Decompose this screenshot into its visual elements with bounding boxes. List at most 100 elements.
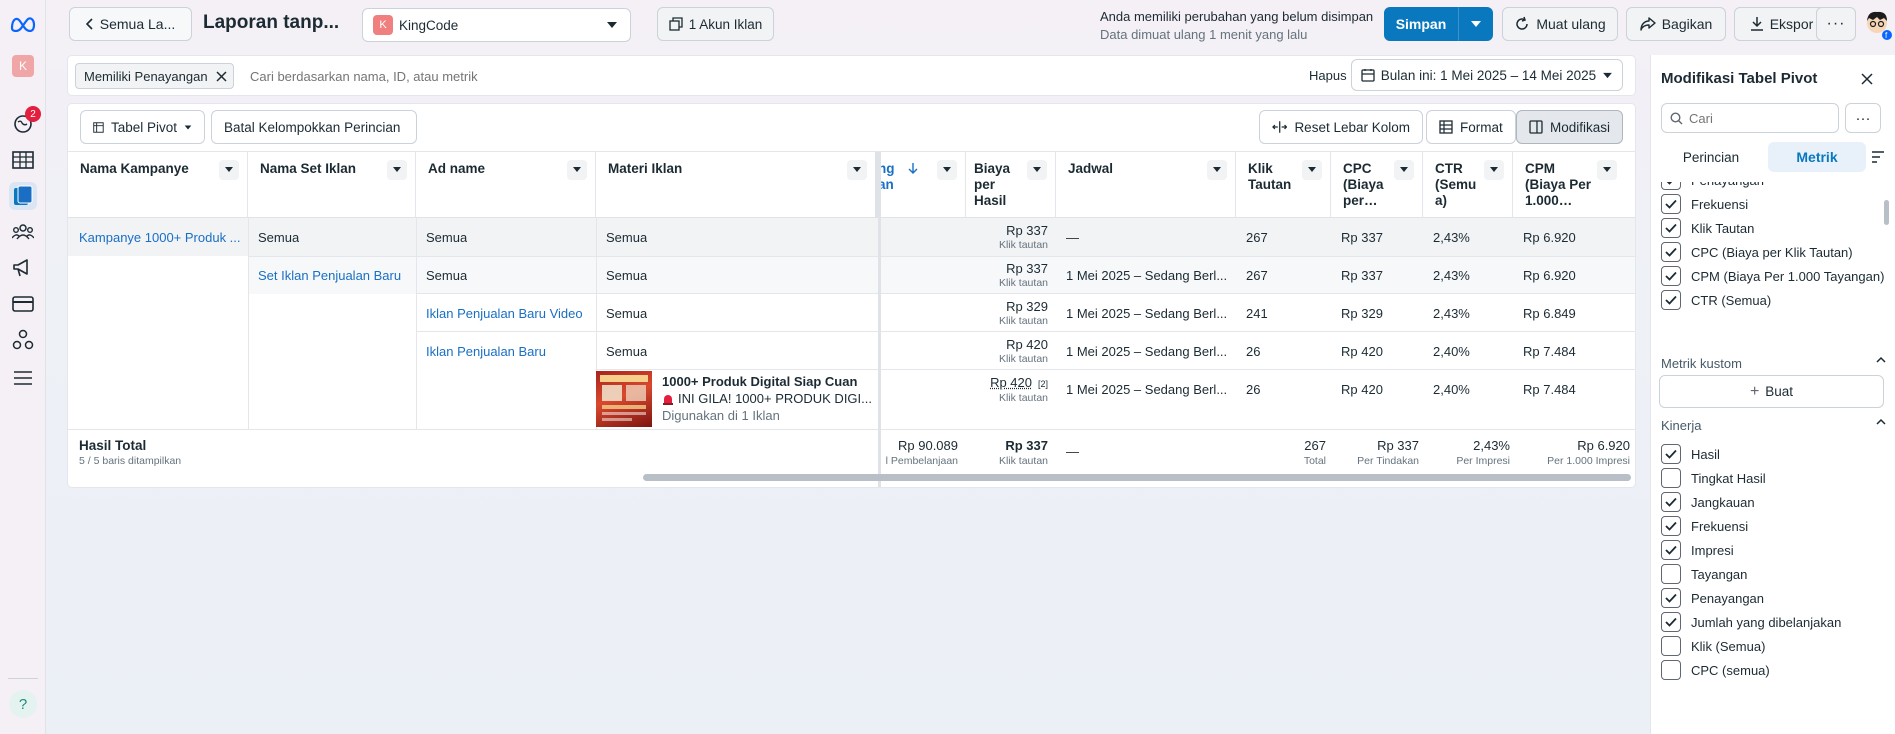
col-header-ad[interactable]: Ad name — [416, 152, 596, 218]
more-options-button[interactable]: ··· — [1816, 7, 1856, 41]
column-menu-icon[interactable] — [387, 160, 407, 180]
checkbox-checked-icon[interactable] — [1661, 194, 1681, 214]
col-header-schedule[interactable]: Jadwal — [1056, 152, 1236, 218]
metric-checkbox-row[interactable]: Tingkat Hasil — [1661, 468, 1766, 488]
back-to-all-reports-button[interactable]: Semua La... — [69, 7, 192, 41]
help-icon[interactable]: ? — [9, 690, 37, 718]
create-custom-metric-button[interactable]: + Buat — [1659, 375, 1884, 408]
metric-checkbox-row[interactable]: CPM (Biaya Per 1.000 Tayangan) — [1661, 266, 1884, 286]
col-header-ctr[interactable]: CTR (Semu a) — [1423, 152, 1513, 218]
date-range-picker[interactable]: Bulan ini: 1 Mei 2025 – 14 Mei 2025 — [1351, 59, 1623, 91]
tab-metrics[interactable]: Metrik — [1768, 142, 1866, 172]
column-menu-icon[interactable] — [1484, 160, 1504, 180]
format-button[interactable]: Format — [1426, 110, 1516, 144]
ad-name-link[interactable]: Iklan Penjualan Baru Video — [426, 306, 594, 321]
checkbox-checked-icon[interactable] — [1661, 444, 1681, 464]
meta-logo-icon[interactable] — [9, 10, 37, 38]
col-header-cpc[interactable]: CPC (Biaya per… — [1331, 152, 1423, 218]
horizontal-scrollbar[interactable] — [643, 474, 1631, 481]
filter-chip-delivery[interactable]: Memiliki Penayangan — [75, 63, 234, 89]
metric-checkbox-row[interactable]: Klik (Semua) — [1661, 636, 1765, 656]
pivot-table-button[interactable]: Tabel Pivot — [80, 110, 205, 144]
column-menu-icon[interactable] — [937, 160, 957, 180]
reload-button[interactable]: Muat ulang — [1502, 7, 1618, 41]
checkbox-checked-icon[interactable] — [1661, 218, 1681, 238]
panel-search-field[interactable] — [1661, 103, 1839, 133]
col-header-amount-spent[interactable]: ng an — [878, 152, 966, 218]
clear-filters-link[interactable]: Hapus — [1309, 68, 1347, 83]
col-header-cost-per-result[interactable]: Biaya per Hasil — [966, 152, 1056, 218]
checkbox-checked-icon[interactable] — [1661, 516, 1681, 536]
creative-title[interactable]: 1000+ Produk Digital Siap Cuan — [662, 374, 874, 389]
nav-business-tools[interactable] — [9, 326, 37, 354]
close-panel-icon[interactable] — [1861, 73, 1873, 85]
metric-checkbox-row[interactable]: Impresi — [1661, 540, 1734, 560]
reset-column-width-button[interactable]: Reset Lebar Kolom — [1259, 110, 1423, 144]
metric-checkbox-row[interactable]: Frekuensi — [1661, 516, 1748, 536]
metric-checkbox-row[interactable]: Jangkauan — [1661, 492, 1755, 512]
column-menu-icon[interactable] — [567, 160, 587, 180]
metric-checkbox-row[interactable]: Frekuensi — [1661, 194, 1748, 214]
sort-list-icon[interactable] — [1871, 151, 1885, 163]
account-avatar[interactable]: K — [9, 52, 37, 80]
checkbox-checked-icon[interactable] — [1661, 588, 1681, 608]
checkbox-checked-icon[interactable] — [1661, 540, 1681, 560]
column-menu-icon[interactable] — [1027, 160, 1047, 180]
metric-checkbox-row[interactable]: Penayangan — [1661, 588, 1764, 608]
metric-checkbox-row[interactable]: CTR (Semua) — [1661, 290, 1771, 310]
nav-notifications[interactable]: 2 — [9, 106, 41, 138]
nav-campaigns[interactable] — [9, 254, 37, 282]
checkbox-unchecked-icon[interactable] — [1661, 564, 1681, 584]
custom-metrics-header[interactable]: Metrik kustom — [1661, 356, 1886, 371]
modify-button[interactable]: Modifikasi — [1516, 110, 1623, 144]
campaign-name-link[interactable]: Kampanye 1000+ Produk ... — [79, 230, 244, 245]
report-title[interactable]: Laporan tanp... — [203, 12, 339, 34]
metric-checkbox-row[interactable]: Penayangan — [1661, 182, 1764, 190]
close-icon[interactable] — [216, 70, 227, 82]
checkbox-checked-icon[interactable] — [1661, 182, 1681, 190]
metric-checkbox-row[interactable]: Jumlah yang dibelanjakan — [1661, 612, 1841, 632]
save-options-button[interactable] — [1458, 7, 1493, 41]
column-menu-icon[interactable] — [847, 160, 867, 180]
share-button[interactable]: Bagikan — [1626, 7, 1726, 41]
metric-checkbox-row[interactable]: CPC (semua) — [1661, 660, 1770, 680]
nav-audiences[interactable] — [9, 218, 37, 246]
ad-account-selector[interactable]: K KingCode — [362, 8, 631, 42]
user-avatar[interactable]: f — [1862, 9, 1892, 41]
checkbox-unchecked-icon[interactable] — [1661, 660, 1681, 680]
checkbox-unchecked-icon[interactable] — [1661, 636, 1681, 656]
metric-search-input[interactable] — [250, 63, 1050, 89]
nav-ads-manager[interactable] — [9, 146, 37, 174]
metric-checkbox-row[interactable]: Hasil — [1661, 444, 1720, 464]
checkbox-unchecked-icon[interactable] — [1661, 468, 1681, 488]
column-menu-icon[interactable] — [1302, 160, 1322, 180]
table-row[interactable] — [68, 218, 1635, 256]
column-menu-icon[interactable] — [1207, 160, 1227, 180]
adset-name-link[interactable]: Set Iklan Penjualan Baru — [258, 268, 401, 283]
col-header-campaign[interactable]: Nama Kampanye — [68, 152, 248, 218]
col-header-creative[interactable]: Materi Iklan — [596, 152, 878, 218]
ungroup-breakdown-button[interactable]: Batal Kelompokkan Perincian — [211, 110, 417, 144]
ad-name-link[interactable]: Iklan Penjualan Baru — [426, 344, 594, 359]
column-menu-icon[interactable] — [219, 160, 239, 180]
panel-more-button[interactable]: ··· — [1845, 103, 1881, 133]
column-menu-icon[interactable] — [1394, 160, 1414, 180]
col-header-adset[interactable]: Nama Set Iklan — [248, 152, 416, 218]
export-button[interactable]: Ekspor — [1734, 7, 1829, 41]
metric-checkbox-row[interactable]: Tayangan — [1661, 564, 1747, 584]
checkbox-checked-icon[interactable] — [1661, 290, 1681, 310]
sort-descending-icon[interactable] — [908, 162, 918, 174]
checkbox-checked-icon[interactable] — [1661, 266, 1681, 286]
nav-all-tools[interactable] — [9, 364, 37, 392]
metric-checkbox-row[interactable]: CPC (Biaya per Klik Tautan) — [1661, 242, 1853, 262]
checkbox-checked-icon[interactable] — [1661, 242, 1681, 262]
nav-billing[interactable] — [9, 290, 37, 318]
checkbox-checked-icon[interactable] — [1661, 612, 1681, 632]
col-header-cpm[interactable]: CPM (Biaya Per 1.000… — [1513, 152, 1635, 218]
checkbox-checked-icon[interactable] — [1661, 492, 1681, 512]
nav-reports-active[interactable] — [9, 182, 37, 210]
save-button[interactable]: Simpan — [1384, 7, 1458, 41]
ad-accounts-button[interactable]: 1 Akun Iklan — [657, 7, 774, 41]
performance-section-header[interactable]: Kinerja — [1661, 418, 1886, 433]
col-header-link-clicks[interactable]: Klik Tautan — [1236, 152, 1331, 218]
